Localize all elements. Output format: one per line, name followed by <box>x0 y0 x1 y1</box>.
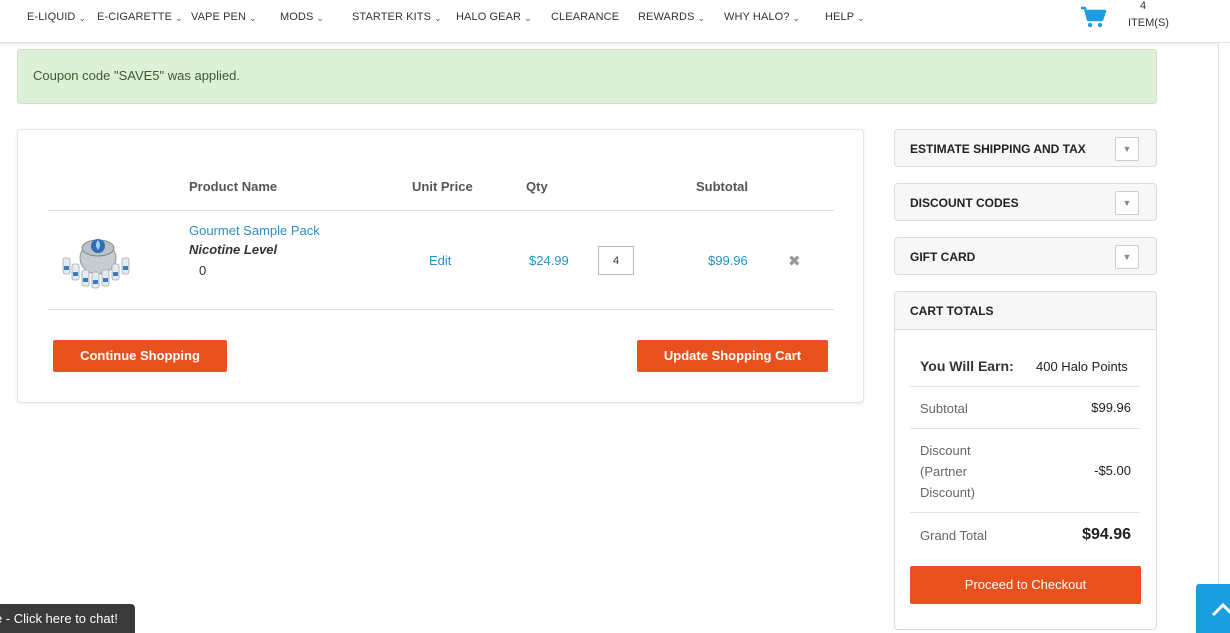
alert-message: Coupon code "SAVE5" was applied. <box>33 68 241 83</box>
chat-label: e - Click here to chat! <box>0 611 118 626</box>
header-unit-price: Unit Price <box>412 179 473 194</box>
row-subtotal: $99.96 <box>708 253 748 268</box>
estimate-shipping-accordion[interactable]: ESTIMATE SHIPPING AND TAX ▼ <box>894 129 1157 167</box>
chevron-down-icon: ⌄ <box>857 13 865 23</box>
cart-count[interactable]: 4 <box>1140 0 1146 12</box>
nav-item-halo-gear[interactable]: HALO GEAR ⌄ <box>456 11 532 23</box>
top-nav: E-LIQUID ⌄ E-CIGARETTE ⌄ VAPE PEN ⌄ MODS ⌄ S… <box>0 0 1230 43</box>
earn-label: You Will Earn: <box>920 358 1014 374</box>
subtotal-label: Subtotal <box>920 401 968 416</box>
chevron-down-icon[interactable]: ▼ <box>1115 191 1139 215</box>
chevron-down-icon: ⌄ <box>524 13 532 23</box>
chevron-down-icon: ⌄ <box>316 13 325 23</box>
close-icon[interactable]: ✖ <box>788 252 801 270</box>
discount-label-line: (Partner <box>920 464 967 479</box>
scrollbar[interactable] <box>1218 43 1230 633</box>
option-label: Nicotine Level <box>189 242 278 257</box>
continue-shopping-button[interactable]: Continue Shopping <box>53 340 227 372</box>
nav-item-starter-kits[interactable]: STARTER KITS ⌄ <box>352 11 442 23</box>
grand-total-label: Grand Total <box>920 528 987 543</box>
discount-label: Discount (Partner Discount) <box>920 440 975 503</box>
earn-value: 400 Halo Points <box>1036 359 1128 374</box>
update-cart-button[interactable]: Update Shopping Cart <box>637 340 828 372</box>
discount-value: -$5.00 <box>1094 463 1131 478</box>
chevron-down-icon: ⌄ <box>78 13 87 23</box>
cart-totals: CART TOTALS You Will Earn: 400 Halo Poin… <box>894 291 1157 630</box>
chevron-down-icon[interactable]: ▼ <box>1115 137 1139 161</box>
accordion-label: GIFT CARD <box>910 250 976 264</box>
coupon-alert: Coupon code "SAVE5" was applied. <box>17 49 1157 104</box>
discount-codes-accordion[interactable]: DISCOUNT CODES ▼ <box>894 183 1157 221</box>
cart-items-label[interactable]: ITEM(S) <box>1128 17 1169 29</box>
unit-price: $24.99 <box>529 253 569 268</box>
edit-link[interactable]: Edit <box>429 253 451 268</box>
chevron-down-icon[interactable]: ▼ <box>1115 245 1139 269</box>
accordion-label: DISCOUNT CODES <box>910 196 1019 210</box>
header-subtotal: Subtotal <box>696 179 748 194</box>
divider <box>910 512 1140 513</box>
discount-label-line: Discount <box>920 443 971 458</box>
nav-label: WHY HALO? <box>724 11 790 23</box>
nav-label: CLEARANCE <box>551 11 620 23</box>
product-name-link[interactable]: Gourmet Sample Pack <box>189 223 320 238</box>
product-thumbnail[interactable] <box>56 228 136 292</box>
chevron-up-icon <box>1211 602 1230 617</box>
divider <box>48 210 834 211</box>
proceed-to-checkout-button[interactable]: Proceed to Checkout <box>910 566 1141 604</box>
header-qty: Qty <box>526 179 548 194</box>
discount-label-line: Discount) <box>920 485 975 500</box>
chevron-down-icon: ⌄ <box>249 13 257 23</box>
divider <box>910 386 1140 387</box>
cart-totals-header: CART TOTALS <box>895 292 1156 330</box>
chevron-down-icon: ⌄ <box>792 13 801 23</box>
nav-label: E-CIGARETTE <box>97 11 173 23</box>
nav-label: STARTER KITS <box>352 11 432 23</box>
nav-item-e-liquid[interactable]: E-LIQUID ⌄ <box>27 11 86 23</box>
cart-totals-title: CART TOTALS <box>910 304 994 318</box>
back-to-top-button[interactable] <box>1196 584 1230 633</box>
grand-total-value: $94.96 <box>1082 526 1131 543</box>
nav-item-clearance[interactable]: CLEARANCE <box>551 11 619 23</box>
nav-label: VAPE PEN <box>191 11 247 23</box>
chevron-down-icon: ⌄ <box>697 13 706 23</box>
chevron-down-icon: ⌄ <box>434 13 442 23</box>
nav-label: E-LIQUID <box>27 11 76 23</box>
nav-item-e-cigarette[interactable]: E-CIGARETTE ⌄ <box>97 11 183 23</box>
accordion-label: ESTIMATE SHIPPING AND TAX <box>910 142 1086 156</box>
nav-item-help[interactable]: HELP ⌄ <box>825 11 865 23</box>
qty-input[interactable] <box>598 246 634 275</box>
nav-item-why-halo[interactable]: WHY HALO? ⌄ <box>724 11 800 23</box>
nav-label: REWARDS <box>638 11 695 23</box>
nav-label: HALO GEAR <box>456 11 522 23</box>
chevron-down-icon: ⌄ <box>175 13 183 23</box>
gift-card-accordion[interactable]: GIFT CARD ▼ <box>894 237 1157 275</box>
nav-item-rewards[interactable]: REWARDS ⌄ <box>638 11 705 23</box>
subtotal-value: $99.96 <box>1091 400 1131 415</box>
cart-panel: Product Name Unit Price Qty Subtotal Gou… <box>17 129 864 403</box>
nav-label: HELP <box>825 11 855 23</box>
shopping-cart-icon[interactable] <box>1080 5 1108 29</box>
nav-item-vape-pen[interactable]: VAPE PEN ⌄ <box>191 11 257 23</box>
nav-label: MODS <box>280 11 314 23</box>
chat-tab[interactable]: e - Click here to chat! <box>0 604 135 633</box>
divider <box>910 428 1140 429</box>
option-value: 0 <box>199 263 207 278</box>
header-product-name: Product Name <box>189 179 278 194</box>
nav-item-mods[interactable]: MODS ⌄ <box>280 11 324 23</box>
divider <box>48 309 834 310</box>
